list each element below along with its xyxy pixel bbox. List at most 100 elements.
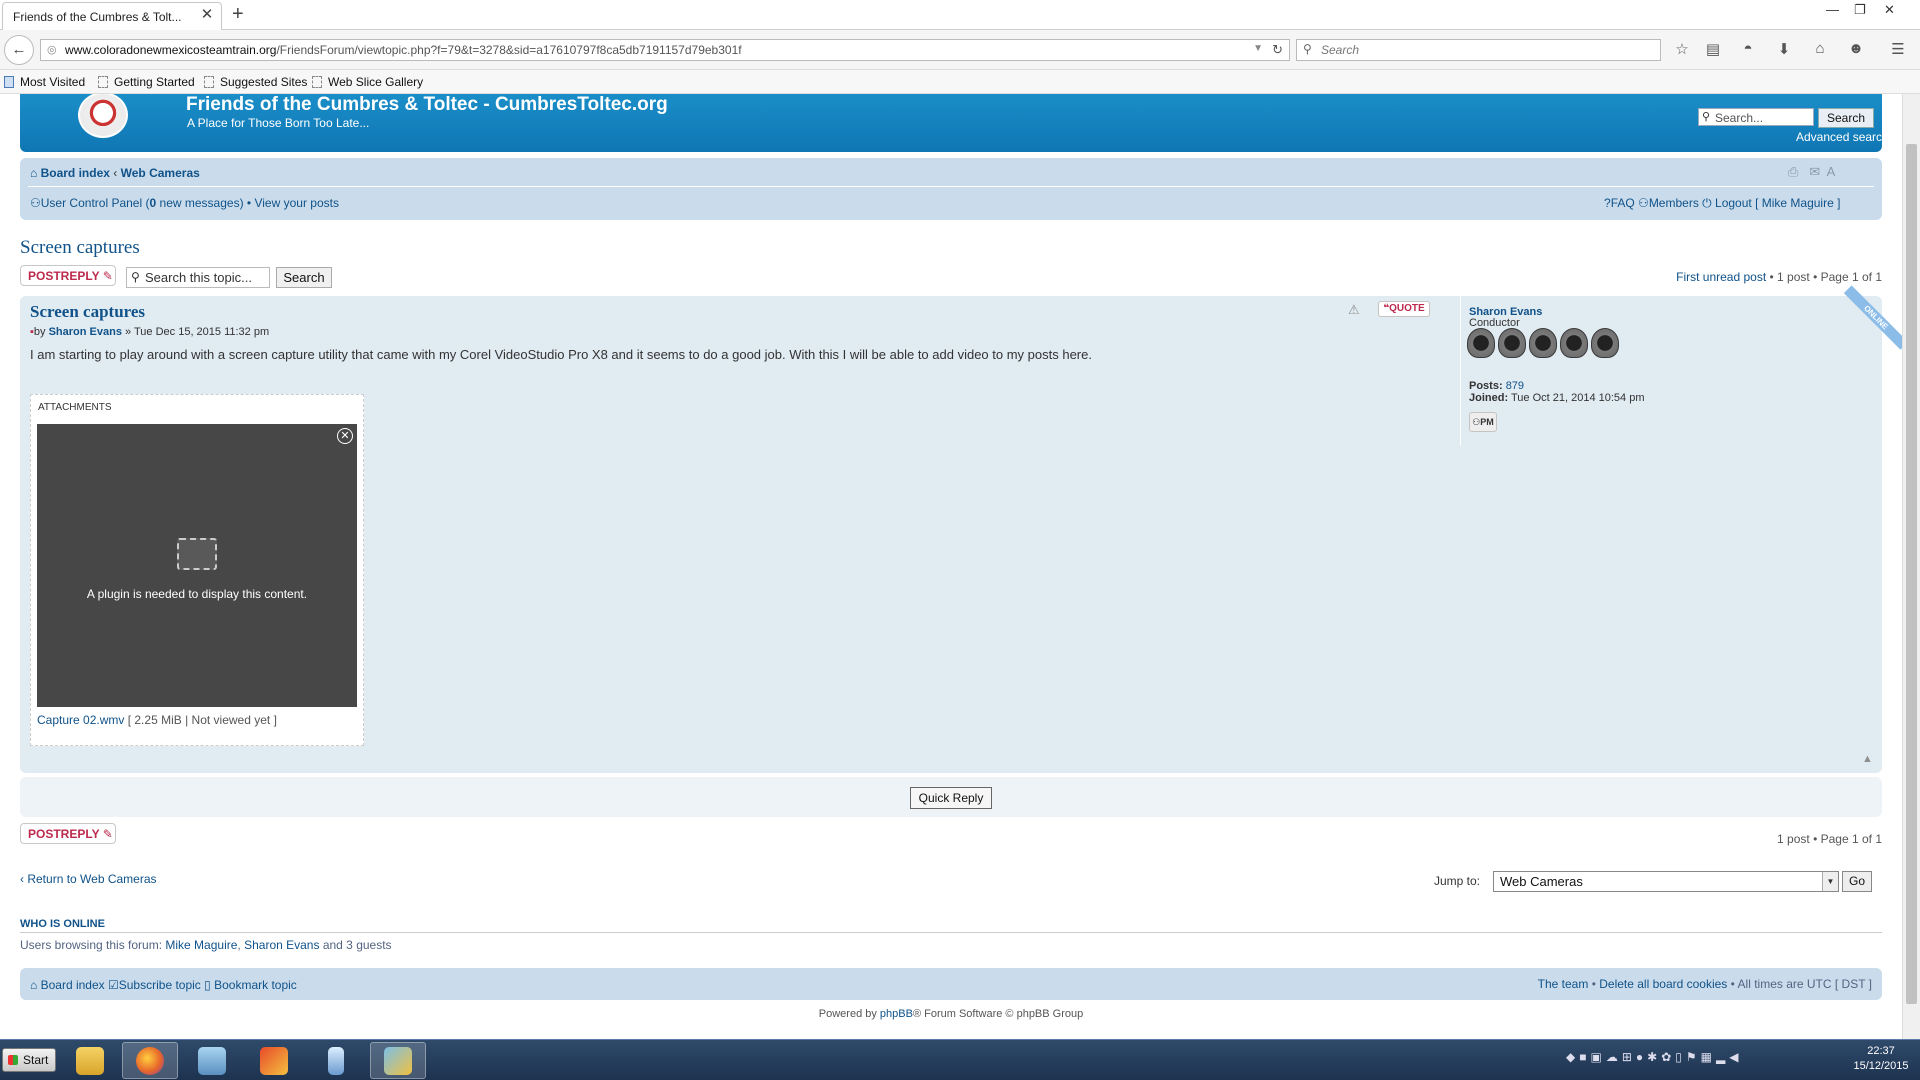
tray-icon[interactable]: ⊞ bbox=[1622, 1050, 1636, 1064]
download-icon[interactable]: ⬇ bbox=[1774, 40, 1794, 58]
tray-icon[interactable]: ▯ bbox=[1675, 1050, 1686, 1064]
bookmark-topic-link[interactable]: Bookmark topic bbox=[214, 978, 297, 992]
new-messages-count[interactable]: 0 bbox=[150, 196, 157, 210]
pocket-icon[interactable]: ◓ bbox=[1738, 40, 1758, 57]
logout-user[interactable]: [ Mike Maguire ] bbox=[1755, 196, 1840, 210]
new-messages-link[interactable]: new messages) bbox=[160, 196, 244, 210]
online-user-link[interactable]: Mike Maguire bbox=[165, 938, 237, 952]
attachments-box: ATTACHMENTS ✕ A plugin is needed to disp… bbox=[30, 394, 364, 746]
page-tools: ⎙ ✉ A bbox=[1788, 164, 1835, 180]
view-posts-link[interactable]: View your posts bbox=[254, 196, 339, 210]
taskbar-app-6[interactable] bbox=[370, 1042, 426, 1079]
footer-board-index[interactable]: Board index bbox=[41, 978, 105, 992]
font-size-icon[interactable]: A bbox=[1827, 164, 1836, 179]
tray-icon[interactable]: ▣ bbox=[1590, 1050, 1605, 1064]
taskbar-app-4[interactable] bbox=[246, 1042, 302, 1079]
browser-tab[interactable]: Friends of the Cumbres & Tolt... ✕ bbox=[2, 2, 222, 30]
start-button[interactable]: Start bbox=[2, 1048, 56, 1072]
rank-wheel-icon bbox=[1529, 328, 1557, 358]
online-user-link[interactable]: Sharon Evans bbox=[244, 938, 319, 952]
tab-title: Friends of the Cumbres & Tolt... bbox=[13, 10, 182, 24]
back-to-top-icon[interactable]: ▲ bbox=[1862, 753, 1873, 765]
taskbar-explorer[interactable] bbox=[62, 1042, 118, 1079]
post-author-link[interactable]: Sharon Evans bbox=[49, 326, 122, 338]
advanced-search-link[interactable]: Advanced search bbox=[1796, 130, 1889, 144]
header-search-input[interactable]: Search... bbox=[1698, 108, 1814, 126]
bookmark-icon bbox=[98, 76, 108, 88]
page-title[interactable]: Screen captures bbox=[20, 237, 140, 259]
tray-icon[interactable]: ✱ bbox=[1647, 1050, 1661, 1064]
return-link[interactable]: ‹ Return to Web Cameras bbox=[20, 872, 157, 886]
browser-search-input[interactable]: ⚲ Search bbox=[1296, 39, 1661, 61]
breadcrumb-board-index[interactable]: Board index bbox=[41, 166, 110, 180]
bookmark-web-slice-gallery[interactable]: Web Slice Gallery bbox=[312, 75, 423, 89]
taskbar-firefox[interactable] bbox=[122, 1042, 178, 1079]
url-dropdown-icon[interactable]: ▼ bbox=[1253, 43, 1263, 54]
go-button[interactable]: Go bbox=[1842, 871, 1872, 892]
bookmark-suggested-sites[interactable]: Suggested Sites bbox=[204, 75, 307, 89]
breadcrumb-web-cameras[interactable]: Web Cameras bbox=[121, 166, 200, 180]
print-icon[interactable]: ⎙ bbox=[1788, 164, 1798, 179]
chat-icon[interactable]: ☻ bbox=[1846, 40, 1866, 57]
post-reply-button-bottom[interactable]: POSTREPLY ✎ bbox=[20, 823, 116, 844]
taskbar-app-5[interactable] bbox=[308, 1042, 364, 1079]
menu-icon[interactable]: ☰ bbox=[1888, 40, 1908, 58]
clock[interactable]: 22:37 15/12/2015 bbox=[1846, 1044, 1916, 1074]
jump-to-select[interactable]: Web Cameras ▼ bbox=[1493, 871, 1839, 892]
topic-search-input[interactable]: Search this topic... bbox=[126, 267, 270, 288]
minimize-icon[interactable]: — bbox=[1826, 2, 1839, 17]
tray-icon[interactable]: ■ bbox=[1579, 1050, 1590, 1064]
bookmark-getting-started[interactable]: Getting Started bbox=[98, 75, 195, 89]
profile-posts: Posts: 879 bbox=[1469, 380, 1525, 392]
first-unread-link[interactable]: First unread post bbox=[1676, 270, 1766, 284]
attachment-meta: [ 2.25 MiB | Not viewed yet ] bbox=[127, 713, 277, 727]
tray-icon[interactable]: ▦ bbox=[1701, 1050, 1716, 1064]
post-reply-button[interactable]: POSTREPLY ✎ bbox=[20, 265, 116, 286]
email-icon[interactable]: ✉ bbox=[1809, 164, 1820, 179]
tray-icon[interactable]: ◆ bbox=[1566, 1050, 1579, 1064]
topic-search-button[interactable]: Search bbox=[276, 267, 332, 288]
scrollbar-thumb[interactable] bbox=[1906, 144, 1917, 1004]
close-icon[interactable]: ✕ bbox=[337, 428, 353, 444]
bookmark-most-visited[interactable]: Most Visited bbox=[4, 75, 85, 89]
volume-icon[interactable]: ◀ bbox=[1729, 1050, 1742, 1064]
team-link[interactable]: The team bbox=[1538, 977, 1589, 991]
post-title[interactable]: Screen captures bbox=[30, 302, 145, 322]
faq-link[interactable]: FAQ bbox=[1611, 196, 1635, 210]
tray-icon[interactable]: ✿ bbox=[1661, 1050, 1675, 1064]
delete-cookies-link[interactable]: Delete all board cookies bbox=[1599, 977, 1727, 991]
page-scrollbar[interactable] bbox=[1902, 94, 1920, 1039]
subscribe-topic-link[interactable]: Subscribe topic bbox=[119, 978, 201, 992]
reload-icon[interactable]: ↻ bbox=[1272, 42, 1283, 58]
library-icon[interactable]: ▤ bbox=[1703, 40, 1723, 58]
tray-icon[interactable]: ● bbox=[1636, 1050, 1647, 1064]
pm-button[interactable]: ⚇PM bbox=[1469, 412, 1497, 432]
flag-icon[interactable]: ⚑ bbox=[1686, 1050, 1701, 1064]
site-title[interactable]: Friends of the Cumbres & Toltec - Cumbre… bbox=[186, 94, 668, 116]
close-window-icon[interactable]: ✕ bbox=[1884, 2, 1895, 18]
back-arrow-icon[interactable]: ← bbox=[4, 35, 34, 65]
phpbb-link[interactable]: phpBB bbox=[880, 1008, 913, 1020]
quote-button[interactable]: ❝QUOTE bbox=[1378, 301, 1430, 317]
logout-link[interactable]: Logout bbox=[1715, 196, 1752, 210]
home-icon[interactable]: ⌂ bbox=[1810, 40, 1830, 57]
chevron-down-icon[interactable]: ▼ bbox=[1822, 872, 1838, 891]
network-icon[interactable]: ▂ bbox=[1716, 1050, 1729, 1064]
user-icon: ⚇ bbox=[30, 196, 41, 210]
members-link[interactable]: Members bbox=[1649, 196, 1699, 210]
report-icon[interactable]: ⚠ bbox=[1348, 302, 1360, 318]
close-tab-icon[interactable]: ✕ bbox=[199, 7, 215, 23]
quick-reply-button[interactable]: Quick Reply bbox=[910, 787, 992, 809]
header-search-button[interactable]: Search bbox=[1818, 108, 1874, 128]
ucp-link[interactable]: User Control Panel bbox=[41, 196, 142, 210]
restore-icon[interactable]: ❐ bbox=[1854, 2, 1866, 18]
site-logo[interactable] bbox=[78, 94, 128, 138]
plugin-placeholder[interactable]: ✕ A plugin is needed to display this con… bbox=[37, 424, 357, 707]
tray-icon[interactable]: ☁ bbox=[1606, 1050, 1622, 1064]
who-is-online-title: WHO IS ONLINE bbox=[20, 918, 105, 930]
new-tab-icon[interactable]: + bbox=[232, 4, 244, 24]
taskbar-app-3[interactable] bbox=[184, 1042, 240, 1079]
bookmark-star-icon[interactable]: ☆ bbox=[1672, 40, 1692, 58]
attachment-link[interactable]: Capture 02.wmv bbox=[37, 713, 124, 727]
url-bar[interactable]: ◎ www.coloradonewmexicosteamtrain.org/Fr… bbox=[40, 39, 1290, 61]
